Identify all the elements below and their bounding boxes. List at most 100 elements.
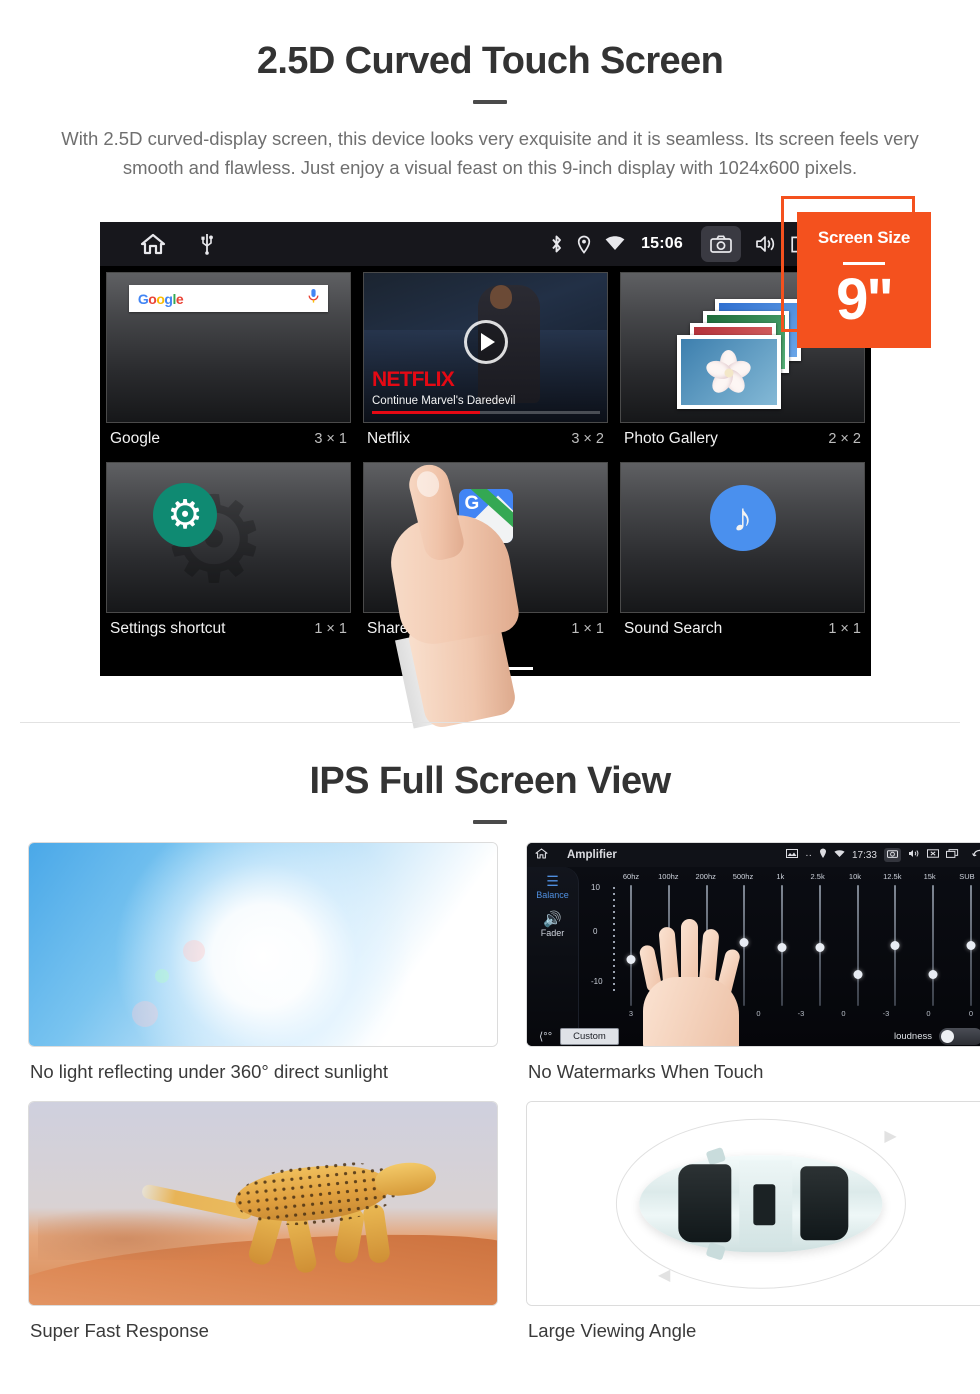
badge-title: Screen Size bbox=[817, 228, 911, 247]
amp-footer: ⟨°° Custom loudness bbox=[527, 1028, 980, 1045]
google-maps-icon[interactable]: G bbox=[458, 489, 513, 543]
badge-value: 9" bbox=[836, 267, 894, 332]
eq-band-label: 60hz bbox=[622, 872, 640, 881]
speaker-icon[interactable]: 🔊 bbox=[527, 900, 578, 928]
card-caption: Super Fast Response bbox=[30, 1320, 209, 1341]
widget-size: 3 × 1 bbox=[314, 431, 347, 447]
widget-label-row: Sound Search 1 × 1 bbox=[620, 613, 865, 646]
widget-item-share-location[interactable]: G Share location 1 × 1 bbox=[357, 456, 614, 646]
badge-divider bbox=[843, 262, 885, 265]
card-caption: No light reflecting under 360° direct su… bbox=[30, 1061, 389, 1082]
widget-item-sound-search[interactable]: ♪ Sound Search 1 × 1 bbox=[614, 456, 871, 646]
netflix-progress-bar bbox=[372, 411, 600, 414]
gallery-icon[interactable] bbox=[786, 849, 799, 861]
eq-slider[interactable] bbox=[768, 885, 796, 1006]
eq-band-label: 15k bbox=[923, 872, 936, 881]
eq-slider[interactable] bbox=[881, 885, 909, 1006]
eq-ruler bbox=[613, 887, 615, 993]
eq-value: 0 bbox=[841, 1009, 846, 1018]
page-dot[interactable] bbox=[438, 667, 465, 670]
android-device-screen: 15:06 Google Google 3 × 1 NETFLIX Contin… bbox=[100, 222, 871, 676]
page-indicator[interactable] bbox=[100, 667, 871, 670]
gear-icon[interactable]: ⚙ bbox=[153, 483, 217, 547]
home-icon[interactable] bbox=[535, 848, 548, 862]
wifi-icon bbox=[605, 236, 625, 252]
music-note-icon[interactable]: ♪ bbox=[709, 485, 776, 551]
loudness-label: loudness bbox=[893, 1031, 932, 1042]
widget-size: 1 × 1 bbox=[571, 621, 604, 637]
widget-name: Netflix bbox=[367, 430, 411, 447]
widget-label-row: Photo Gallery 2 × 2 bbox=[620, 423, 865, 456]
location-icon bbox=[577, 235, 591, 254]
card-caption: Large Viewing Angle bbox=[528, 1320, 697, 1341]
page-dot[interactable] bbox=[472, 667, 499, 670]
back-arrow-icon[interactable]: ⟨°° bbox=[539, 1030, 552, 1043]
eq-value: -3 bbox=[882, 1009, 890, 1018]
widget-item-google[interactable]: Google Google 3 × 1 bbox=[100, 266, 357, 456]
car-top-view-illustration: ▶ ◀ bbox=[526, 1101, 980, 1306]
fader-label[interactable]: Fader bbox=[527, 928, 578, 938]
curved-touch-screen-section: 2.5D Curved Touch Screen With 2.5D curve… bbox=[0, 0, 980, 731]
play-icon[interactable] bbox=[463, 319, 508, 364]
google-logo: Google bbox=[137, 290, 184, 307]
widget-label-row: Settings shortcut 1 × 1 bbox=[106, 613, 351, 646]
google-search-box[interactable]: Google bbox=[128, 285, 329, 312]
netflix-subtitle: Continue Marvel's Daredevil bbox=[372, 395, 516, 407]
eq-scale-top: 10 bbox=[591, 883, 600, 892]
settings-shortcut-widget[interactable]: ⚙ ⚙ bbox=[106, 462, 351, 613]
widget-item-netflix[interactable]: NETFLIX Continue Marvel's Daredevil Netf… bbox=[357, 266, 614, 456]
eq-slider[interactable] bbox=[844, 885, 872, 1006]
loudness-toggle[interactable] bbox=[939, 1028, 980, 1045]
sound-search-widget[interactable]: ♪ bbox=[620, 462, 865, 613]
page-dot-active[interactable] bbox=[506, 667, 533, 670]
bluetooth-icon bbox=[550, 234, 563, 254]
widget-name: Google bbox=[110, 430, 160, 447]
widget-label-row: Netflix 3 × 2 bbox=[363, 423, 608, 456]
widget-item-settings-shortcut[interactable]: ⚙ ⚙ Settings shortcut 1 × 1 bbox=[100, 456, 357, 646]
camera-icon[interactable] bbox=[884, 848, 901, 862]
widget-name: Settings shortcut bbox=[110, 620, 226, 637]
amp-clock: 17:33 bbox=[851, 849, 877, 861]
share-location-widget[interactable]: G bbox=[363, 462, 608, 613]
volume-icon[interactable] bbox=[908, 849, 920, 861]
amp-title: Amplifier bbox=[567, 849, 617, 861]
section-description: With 2.5D curved-display screen, this de… bbox=[61, 128, 919, 178]
eq-slider[interactable] bbox=[919, 885, 947, 1006]
feature-card-grid: No light reflecting under 360° direct su… bbox=[0, 842, 980, 1360]
usb-icon[interactable] bbox=[200, 233, 214, 255]
volume-icon[interactable] bbox=[755, 235, 777, 253]
card-caption: No Watermarks When Touch bbox=[528, 1061, 764, 1082]
eq-band-label: 2.5k bbox=[810, 872, 825, 881]
status-clock: 15:06 bbox=[641, 235, 683, 252]
feature-card-sunlight: No light reflecting under 360° direct su… bbox=[28, 842, 498, 1101]
widget-size: 2 × 2 bbox=[828, 431, 861, 447]
eq-band-label: 100hz bbox=[658, 872, 679, 881]
eq-scale-mid: 0 bbox=[593, 927, 598, 936]
camera-icon[interactable] bbox=[701, 226, 741, 262]
mic-icon[interactable] bbox=[308, 288, 319, 309]
amp-side-nav[interactable]: ☰ Balance 🔊 Fader bbox=[527, 867, 579, 1046]
sliders-icon[interactable]: ☰ bbox=[527, 867, 578, 890]
back-arrow-icon[interactable] bbox=[972, 849, 980, 861]
balance-label[interactable]: Balance bbox=[527, 890, 578, 900]
widget-name: Photo Gallery bbox=[624, 430, 718, 447]
home-icon[interactable] bbox=[140, 233, 166, 255]
google-search-widget[interactable]: Google bbox=[106, 272, 351, 423]
feature-card-fast-response: Super Fast Response bbox=[28, 1101, 498, 1360]
eq-band-label: 1k bbox=[776, 872, 785, 881]
netflix-widget[interactable]: NETFLIX Continue Marvel's Daredevil bbox=[363, 272, 608, 423]
recents-icon[interactable] bbox=[946, 849, 959, 861]
preset-button[interactable]: Custom bbox=[560, 1028, 619, 1045]
ips-full-screen-view-section: IPS Full Screen View No light reflecting… bbox=[0, 722, 980, 1360]
equalizer-panel[interactable]: ☰ Balance 🔊 Fader 60hz 100hz 200hz 500hz bbox=[527, 867, 980, 1046]
widget-size: 1 × 1 bbox=[828, 621, 861, 637]
widget-size: 1 × 1 bbox=[314, 621, 347, 637]
location-icon bbox=[819, 848, 827, 862]
more-icon[interactable]: ·· bbox=[805, 850, 812, 861]
eq-slider[interactable] bbox=[806, 885, 834, 1006]
flower-photo bbox=[703, 349, 754, 397]
rotation-arrow-icon: ▶ bbox=[884, 1128, 897, 1146]
eq-slider[interactable] bbox=[957, 885, 980, 1006]
close-icon[interactable] bbox=[927, 849, 939, 861]
section-two-title: IPS Full Screen View bbox=[309, 760, 671, 802]
